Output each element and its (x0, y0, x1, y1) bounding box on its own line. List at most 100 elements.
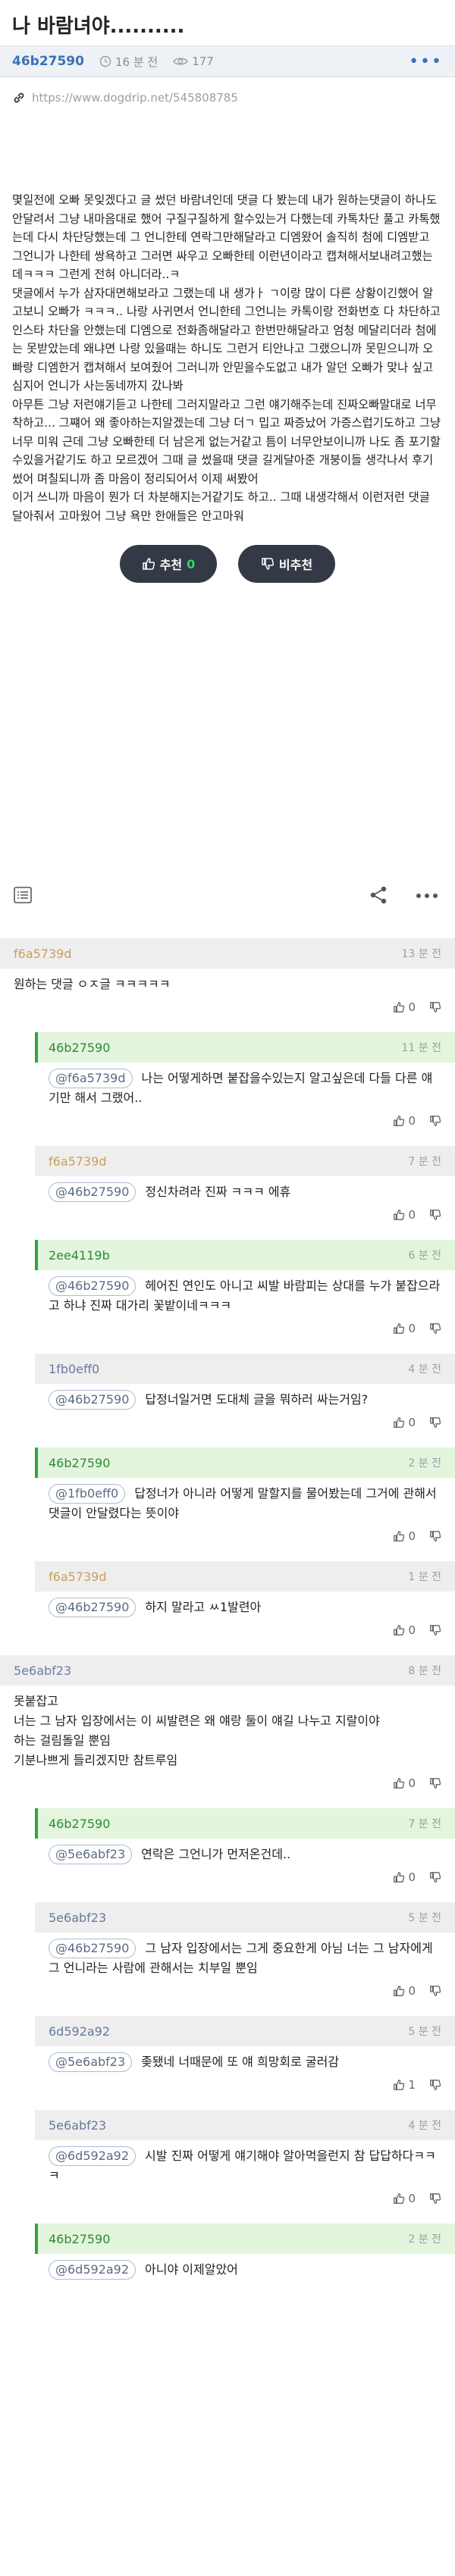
comment-body: @46b27590 정신차려라 진짜 ㅋㅋㅋ 에휴 (35, 1176, 455, 1202)
author-highlight-bar (35, 1808, 38, 1839)
comment-body: @5e6abf23 좆됐네 너때문에 또 얘 희망회로 굴러감 (35, 2046, 455, 2072)
comment-text: 정신차려라 진짜 ㅋㅋㅋ 에휴 (145, 1185, 291, 1199)
comment-mention[interactable]: @46b27590 (49, 1390, 136, 1410)
vote-buttons: 추천 0 비추천 (0, 545, 455, 583)
comment-time: 8 분 전 (408, 1665, 441, 1677)
downvote-button[interactable]: 비추천 (238, 545, 335, 583)
comment-like-count: 0 (408, 2192, 416, 2205)
comment-mention[interactable]: @6d592a92 (49, 2260, 136, 2280)
comment-actions: 0 (35, 1523, 455, 1551)
comment-author[interactable]: f6a5739d (49, 1570, 107, 1584)
comment-separator (0, 1343, 455, 1354)
clock-icon (99, 55, 111, 67)
thumbs-up-icon[interactable] (393, 1871, 405, 1883)
comment-item: f6a5739d 1 분 전 @46b27590 하지 말라고 ㅆ1발련아 0 (35, 1561, 455, 1645)
thumbs-down-icon[interactable] (429, 1530, 441, 1542)
comment-author[interactable]: f6a5739d (14, 947, 72, 961)
comment-author[interactable]: 6d592a92 (49, 2024, 110, 2039)
post-paragraph: 댓글에서 누가 삼자대면해보라고 그랬는데 내 생가ㅏ ㄱ이랑 많이 다른 상황… (12, 286, 441, 374)
post-paragraph: 이거 쓰니까 마음이 뭔가 더 차분해지는거같기도 하고.. 그때 내생각해서 … (12, 490, 430, 523)
share-icon[interactable] (369, 885, 388, 905)
comment-header: f6a5739d 7 분 전 (35, 1146, 455, 1176)
comment-header: 46b27590 11 분 전 (35, 1032, 455, 1063)
thumbs-up-icon[interactable] (393, 1624, 405, 1636)
comment-item: 5e6abf23 4 분 전 @6d592a92 시발 진짜 어떻게 얘기해야 알아먹… (35, 2110, 455, 2213)
comment-body: @6d592a92 아니야 이제알았어 (35, 2254, 455, 2280)
comment-mention[interactable]: @6d592a92 (49, 2146, 136, 2166)
comment-toolbar (0, 879, 455, 911)
thumbs-up-icon[interactable] (393, 1777, 405, 1789)
post-author[interactable]: 46b27590 (12, 54, 84, 69)
more-icon[interactable] (416, 893, 438, 899)
upvote-button[interactable]: 추천 0 (120, 545, 217, 583)
comment-separator (0, 1892, 455, 1902)
thumbs-down-icon[interactable] (429, 1322, 441, 1335)
thumbs-down-icon[interactable] (429, 2193, 441, 2205)
post-more-icon[interactable]: ••• (409, 52, 443, 71)
comment-author[interactable]: 46b27590 (49, 1041, 110, 1055)
comment-list: f6a5739d 13 분 전 원하는 댓글 ㅇㅈ글 ㅋㅋㅋㅋㅋ 0 46b27590 1… (0, 938, 455, 2290)
thumbs-up-icon[interactable] (393, 2193, 405, 2205)
list-icon[interactable] (14, 887, 32, 903)
thumbs-down-icon[interactable] (429, 1777, 441, 1789)
comment-header: 46b27590 2 분 전 (35, 2224, 455, 2254)
comment-item: 2ee4119b 6 분 전 @46b27590 헤어진 연인도 아니고 씨발 바람피… (35, 1240, 455, 1343)
comment-actions: 0 (0, 994, 455, 1022)
thumbs-down-icon[interactable] (429, 1985, 441, 1997)
comment-like-count: 0 (408, 1114, 416, 1128)
comment-like-count: 1 (408, 2078, 416, 2092)
thumbs-down-icon (262, 558, 274, 570)
post-url[interactable]: https://www.dogdrip.net/545808785 (0, 77, 455, 108)
comment-item: f6a5739d 13 분 전 원하는 댓글 ㅇㅈ글 ㅋㅋㅋㅋㅋ 0 (0, 938, 455, 1022)
thumbs-up-icon[interactable] (393, 1530, 405, 1542)
comment-author[interactable]: 46b27590 (49, 1817, 110, 1831)
comment-mention[interactable]: @46b27590 (49, 1598, 136, 1617)
comment-mention[interactable]: @f6a5739d (49, 1069, 133, 1088)
thumbs-up-icon[interactable] (393, 1001, 405, 1013)
comment-mention[interactable]: @46b27590 (49, 1276, 136, 1296)
thumbs-down-icon[interactable] (429, 1115, 441, 1127)
comment-body: @46b27590 헤어진 연인도 아니고 씨발 바람피는 상대를 누가 붙잡으라… (35, 1270, 455, 1316)
thumbs-down-icon[interactable] (429, 1001, 441, 1013)
comment-separator (0, 1229, 455, 1240)
comment-actions: 0 (0, 1770, 455, 1798)
thumbs-up-icon[interactable] (393, 1985, 405, 1997)
upvote-count: 0 (187, 556, 196, 571)
thumbs-down-icon[interactable] (429, 1209, 441, 1221)
thumbs-up-icon[interactable] (393, 1209, 405, 1221)
comment-separator (0, 2213, 455, 2224)
comment-mention[interactable]: @5e6abf23 (49, 1845, 133, 1864)
comment-author[interactable]: f6a5739d (49, 1154, 107, 1169)
comment-author[interactable]: 5e6abf23 (49, 1911, 106, 1925)
comment-author[interactable]: 5e6abf23 (14, 1664, 71, 1678)
thumbs-down-icon[interactable] (429, 2079, 441, 2091)
comment-body: @46b27590 답정너일거면 도대체 글을 뭐하러 싸는거임? (35, 1384, 455, 1410)
comment-author[interactable]: 2ee4119b (49, 1248, 110, 1263)
comment-separator (0, 1022, 455, 1032)
comment-mention[interactable]: @46b27590 (49, 1939, 136, 1958)
comment-item: 1fb0eff0 4 분 전 @46b27590 답정너일거면 도대체 글을 뭐하러 … (35, 1354, 455, 1437)
thumbs-up-icon[interactable] (393, 2079, 405, 2091)
comment-like-count: 0 (408, 1623, 416, 1637)
comment-mention[interactable]: @1fb0eff0 (49, 1484, 126, 1504)
comment-like-count: 0 (408, 1416, 416, 1429)
comment-text: 좆됐네 너때문에 또 얘 희망회로 굴러감 (141, 2055, 340, 2069)
comment-author[interactable]: 46b27590 (49, 1456, 110, 1470)
comment-header: 1fb0eff0 4 분 전 (35, 1354, 455, 1384)
comment-mention[interactable]: @5e6abf23 (49, 2052, 133, 2072)
comment-text: 연락은 그언니가 먼저온건데.. (141, 1847, 291, 1861)
comment-author[interactable]: 1fb0eff0 (49, 1362, 99, 1376)
thumbs-down-icon[interactable] (429, 1871, 441, 1883)
comment-text: 아니야 이제알았어 (145, 2262, 238, 2277)
thumbs-down-icon[interactable] (429, 1624, 441, 1636)
thumbs-up-icon[interactable] (393, 1416, 405, 1429)
post-body: 몇일전에 오빠 못잊겠다고 글 썼던 바람녀인데 댓글 다 봤는데 내가 원하는… (0, 191, 455, 525)
thumbs-down-icon[interactable] (429, 1416, 441, 1429)
comment-author[interactable]: 46b27590 (49, 2232, 110, 2246)
thumbs-up-icon[interactable] (393, 1322, 405, 1335)
comment-mention[interactable]: @46b27590 (49, 1182, 136, 1202)
comment-author[interactable]: 5e6abf23 (49, 2118, 106, 2133)
comment-actions: 0 (35, 1864, 455, 1892)
thumbs-up-icon[interactable] (393, 1115, 405, 1127)
comment-like-count: 0 (408, 1208, 416, 1222)
